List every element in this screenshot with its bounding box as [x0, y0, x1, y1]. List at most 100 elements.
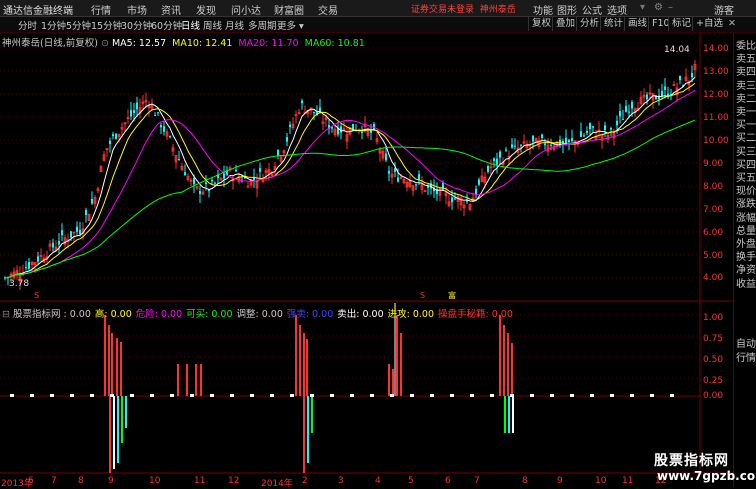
indicator-legend-item: 强卖: 0.00: [286, 309, 334, 320]
candle-body: [451, 197, 453, 203]
indicator-dot: [190, 394, 194, 397]
tab-multi-period[interactable]: 多周期: [248, 18, 277, 32]
menu-gongshi[interactable]: 公式: [582, 2, 602, 17]
candle-body: [664, 86, 666, 90]
price-tick: 7.00: [703, 205, 724, 215]
menu-xuanxiang[interactable]: 选项: [607, 2, 627, 17]
menu-shichang[interactable]: 市场: [127, 2, 147, 17]
candle-body: [616, 120, 618, 126]
indicator-dot: [670, 394, 674, 397]
indicator-dot: [270, 394, 274, 397]
candle-body: [625, 106, 627, 112]
tab-fenshi[interactable]: 分时: [18, 18, 37, 32]
tab-30min[interactable]: 30分钟: [121, 18, 152, 32]
menu-jiaoyi[interactable]: 交易: [318, 2, 338, 17]
tab-5min[interactable]: 5分钟: [66, 18, 91, 32]
settings-icon[interactable]: ⚙: [654, 2, 663, 13]
menu-faxian[interactable]: 发现: [196, 2, 216, 17]
menu-zixun[interactable]: 资讯: [161, 2, 181, 17]
moving-average-lines: [4, 76, 696, 279]
indicator-dot: [330, 394, 334, 397]
candle-body: [646, 94, 648, 100]
tab-1min[interactable]: 1分钟: [41, 18, 66, 32]
menu-caifuquan[interactable]: 财富圈: [274, 2, 304, 17]
marker-s: S: [34, 291, 40, 300]
indicator-dot: [290, 394, 294, 397]
menu-gongneng[interactable]: 功能: [533, 2, 553, 17]
tab-more[interactable]: 更多 ▾: [277, 18, 304, 32]
ma10-label: MA10: 12.41: [172, 38, 233, 49]
candle-body: [313, 111, 315, 113]
kline-chart[interactable]: [0, 33, 733, 487]
indicator-legend-item: 卖出: 0.00: [337, 309, 384, 320]
candle-body: [37, 256, 39, 262]
candle-body: [235, 169, 237, 172]
login-alert[interactable]: 证券交易未登录 神州泰岳: [411, 2, 516, 15]
tab-weekly[interactable]: 周线: [203, 18, 222, 32]
menu-wenxiaoda[interactable]: 问小达: [231, 2, 261, 17]
minimize-icon[interactable]: –: [668, 2, 673, 13]
indicator-legend-item: 进攻: 0.00: [387, 309, 435, 320]
indicator-legend-item: 操盘手秘籍: 0.00: [438, 309, 513, 320]
candle-body: [544, 143, 546, 146]
candle-body: [109, 140, 111, 145]
candle-body: [178, 159, 180, 161]
candle-body: [163, 126, 165, 132]
candle-body: [52, 242, 54, 248]
candle-body: [691, 73, 693, 78]
price-tick: 12.00: [703, 90, 729, 100]
indicator-dot: [550, 394, 554, 397]
menu-hangqing[interactable]: 行情: [91, 2, 111, 17]
auto-quote-toggle[interactable]: 自动: [736, 335, 756, 350]
auto-quote-toggle[interactable]: 行情: [736, 349, 756, 364]
candle-body: [385, 153, 387, 161]
quote-field-label: 收益: [736, 278, 756, 290]
indicator-dot: [250, 394, 254, 397]
date-tick: 7: [51, 476, 57, 486]
tab-60min[interactable]: 60分钟: [151, 18, 182, 32]
dropdown-icon[interactable]: ▾: [640, 2, 645, 13]
app-title: 通达信金融终端: [3, 6, 73, 17]
btn-fuquan[interactable]: 复权: [528, 17, 554, 31]
indicator-tick: 0.50: [703, 355, 724, 365]
candle-body: [541, 134, 543, 139]
indicator-icon: ⊟: [2, 309, 13, 320]
candle-body: [79, 229, 81, 235]
tab-monthly[interactable]: 月线: [225, 18, 244, 32]
guest-label[interactable]: 游客: [714, 2, 734, 17]
indicator-dot: [530, 394, 534, 397]
candle-body: [610, 128, 612, 130]
indicator-dot: [130, 394, 134, 397]
btn-biaoji[interactable]: 标记: [668, 17, 694, 31]
menu-bar: 通达信金融终端 行情 市场 资讯 发现 问小达 财富圈 交易 证券交易未登录 神…: [0, 0, 756, 17]
indicator-bars: [10, 303, 674, 473]
candle-body: [361, 131, 363, 133]
btn-diejia[interactable]: 叠加: [552, 17, 578, 31]
tab-15min[interactable]: 15分钟: [91, 18, 122, 32]
candle-body: [91, 198, 93, 204]
btn-huaxian[interactable]: 画线: [624, 17, 650, 31]
marker-fu: 富: [448, 291, 456, 300]
indicator-legend-item: 高: 0.00: [94, 309, 132, 320]
indicator-dot: [30, 394, 34, 397]
menu-tuxing[interactable]: 图形: [557, 2, 577, 17]
candle-body: [388, 170, 390, 174]
indicator-dot: [390, 394, 394, 397]
candle-body: [157, 112, 159, 114]
btn-tongji[interactable]: 统计: [600, 17, 626, 31]
candle-body: [532, 135, 534, 142]
candle-body: [169, 136, 171, 138]
close-icon[interactable]: ✕: [725, 17, 739, 31]
price-legend: 神州泰岳(日线,前复权) ⊙ MA5: 12.57 MA10: 12.41 MA…: [2, 38, 365, 49]
candle-body: [628, 111, 630, 113]
tab-daily[interactable]: 日线: [181, 18, 200, 32]
indicator-dot: [170, 394, 174, 397]
ma5-line: [4, 76, 696, 279]
indicator-dot: [630, 394, 634, 397]
candle-body: [130, 110, 132, 117]
btn-fenxi[interactable]: 分析: [576, 17, 602, 31]
date-tick: 11: [622, 476, 634, 486]
btn-add-watchlist[interactable]: +自选: [692, 17, 726, 31]
indicator-legend-item: 危险: 0.00: [135, 309, 183, 320]
candle-body: [415, 184, 417, 186]
